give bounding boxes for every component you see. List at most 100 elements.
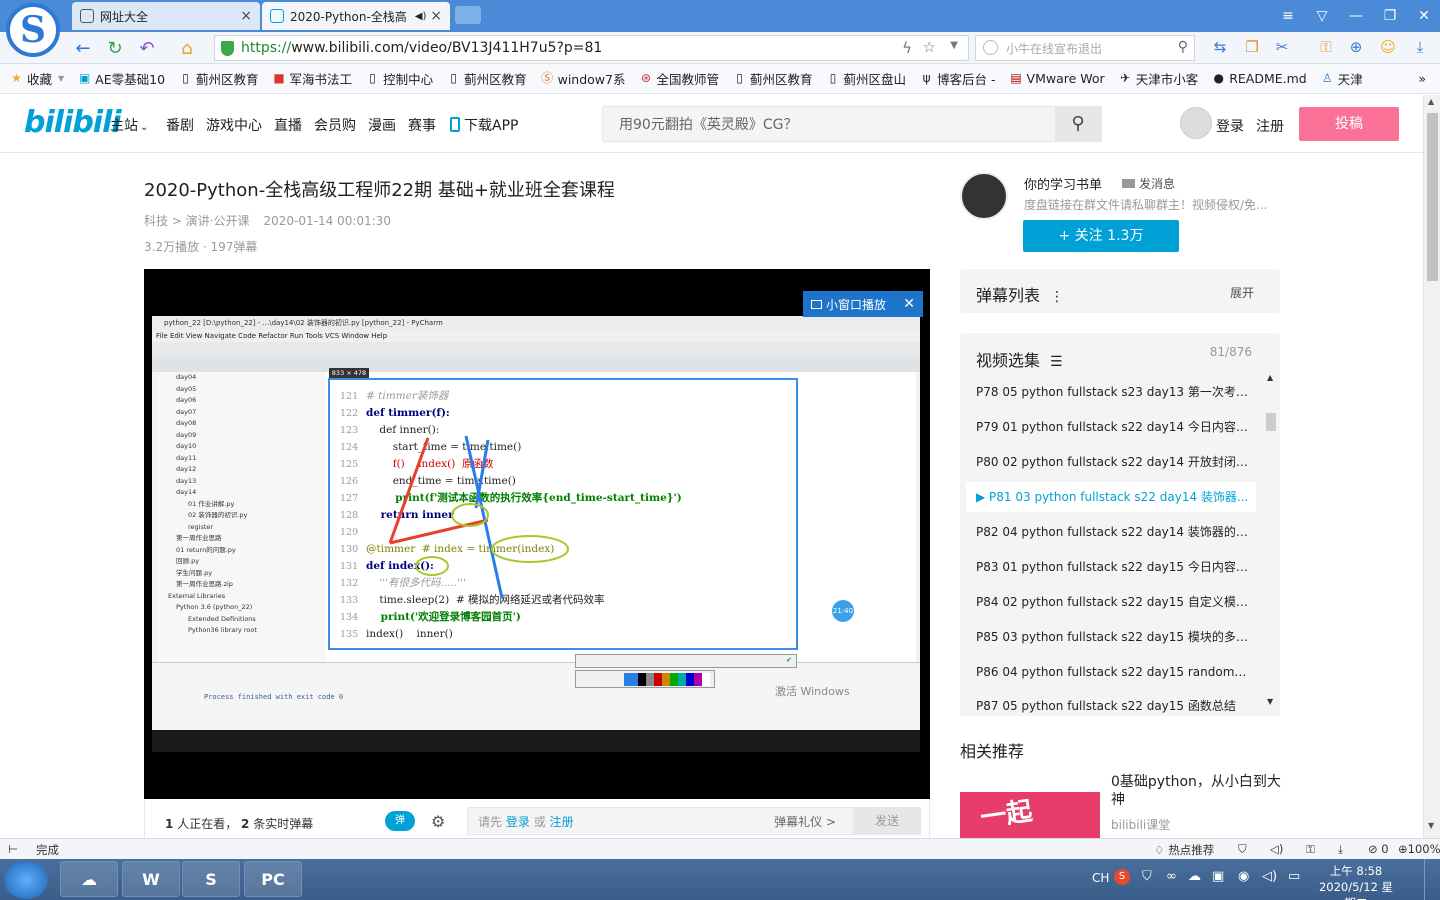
close-icon[interactable]: × bbox=[430, 8, 442, 24]
bookmark-item[interactable]: ▯ 蓟州区教育 bbox=[179, 69, 258, 88]
danmaku-list-panel[interactable]: 弹幕列表 ⋮ 展开 bbox=[960, 269, 1280, 313]
bookmark-item[interactable]: ✈ 天津市小客 bbox=[1119, 69, 1198, 88]
hot-recommend[interactable]: ♢ 热点推荐 bbox=[1154, 842, 1214, 858]
list-item[interactable]: P80 02 python fullstack s22 day14 开放封闭原.… bbox=[976, 447, 1248, 477]
wechat-icon[interactable]: ☁ bbox=[1188, 869, 1201, 884]
scroll-thumb[interactable] bbox=[1266, 413, 1276, 431]
nav-shop[interactable]: 会员购 bbox=[314, 115, 356, 135]
bookmark-item[interactable]: ■ 军海书法工 bbox=[273, 69, 352, 88]
zoom-icon[interactable]: ⊕ bbox=[1346, 37, 1366, 57]
close-icon[interactable]: × bbox=[240, 8, 252, 24]
tab-bilibili[interactable]: 2020-Python-全栈高 ◀) × bbox=[262, 2, 450, 30]
list-icon[interactable]: ☰ bbox=[1050, 354, 1063, 370]
uploader-name[interactable]: 你的学习书单 bbox=[1024, 174, 1102, 193]
clipboard-icon[interactable]: ❐ bbox=[1242, 37, 1262, 57]
nav-game-center[interactable]: 游戏中心 bbox=[206, 115, 262, 135]
related-thumbnail[interactable]: 一起 bbox=[960, 772, 1100, 838]
danmaku-toggle[interactable]: 弹 bbox=[385, 811, 415, 831]
list-item[interactable]: P84 02 python fullstack s22 day15 自定义模块.… bbox=[976, 587, 1248, 617]
danmaku-input[interactable]: 请先 登录 或 注册 弹幕礼仪 > bbox=[467, 807, 919, 835]
bookmark-item[interactable]: ▯ 蓟州区教育 bbox=[447, 69, 526, 88]
sound-icon[interactable]: ◁) bbox=[1270, 842, 1283, 856]
scroll-up-icon[interactable]: ▲ bbox=[1267, 373, 1273, 382]
nav-manga[interactable]: 漫画 bbox=[368, 115, 396, 135]
list-item[interactable]: P86 04 python fullstack s22 day15 random… bbox=[976, 657, 1248, 687]
search-icon[interactable]: ⚲ bbox=[1178, 39, 1188, 55]
bookmark-favorites[interactable]: ★ 收藏 ▼ bbox=[10, 69, 64, 88]
bookmark-item[interactable]: Ⓢwindow7系 bbox=[541, 69, 625, 88]
url-field[interactable]: https://www.bilibili.com/video/BV13J411H… bbox=[214, 35, 969, 61]
scroll-down-icon[interactable]: ▼ bbox=[1428, 821, 1434, 830]
sidebar-toggle-icon[interactable]: ⊢ bbox=[8, 842, 18, 856]
danmaku-settings-icon[interactable]: ⚙ bbox=[431, 812, 445, 831]
bookmark-item[interactable]: ● README.md bbox=[1212, 71, 1306, 86]
uploader-avatar[interactable] bbox=[960, 172, 1008, 220]
restore-icon[interactable]: ❐ bbox=[1380, 6, 1400, 26]
bookmark-item[interactable]: ♙ 天津 bbox=[1321, 69, 1363, 88]
close-window-icon[interactable]: ✕ bbox=[1414, 6, 1434, 26]
notify-icon[interactable]: ◉ bbox=[1238, 869, 1249, 884]
category-breadcrumb[interactable]: 科技 > 演讲·公开课 bbox=[144, 214, 250, 228]
avatar[interactable] bbox=[1180, 107, 1212, 139]
sogou-ime-icon[interactable]: S bbox=[1114, 869, 1130, 885]
back-icon[interactable]: ← bbox=[72, 38, 94, 60]
bookmark-item[interactable]: ψ 博客后台 - bbox=[920, 69, 996, 88]
lightning-icon[interactable]: ϟ bbox=[902, 39, 912, 57]
bookmark-item[interactable]: ▯ 控制中心 bbox=[366, 69, 433, 88]
bookmark-item[interactable]: ▯ 蓟州区盘山 bbox=[827, 69, 906, 88]
login-link[interactable]: 登录 bbox=[1216, 116, 1244, 136]
nav-main[interactable]: 主站 ⌄ bbox=[110, 115, 148, 135]
expand-link[interactable]: 展开 bbox=[1230, 284, 1254, 301]
zoom-level[interactable]: ⊕100% bbox=[1398, 842, 1440, 856]
bookmark-item[interactable]: ▤ VMware Wor bbox=[1010, 71, 1104, 86]
bilibili-search-input[interactable]: 用90元翻拍《英灵殿》CG？ ⚲ bbox=[602, 106, 1102, 142]
link-icon[interactable]: ∞ bbox=[1166, 869, 1177, 884]
list-item[interactable]: P87 05 python fullstack s22 day15 函数总结 bbox=[976, 691, 1248, 716]
taskbar-clock[interactable]: 上午 8:58 2020/5/12 星期二 bbox=[1316, 863, 1396, 900]
display-icon[interactable]: ▣ bbox=[1212, 869, 1224, 884]
shield-icon[interactable]: ⛉ bbox=[1238, 842, 1247, 857]
shirt-skin-icon[interactable]: ▽ bbox=[1312, 6, 1332, 26]
block-counter[interactable]: ⊘ 0 bbox=[1368, 842, 1389, 856]
bookmark-item[interactable]: ▯ 蓟州区教育 bbox=[733, 69, 812, 88]
home-icon[interactable]: ⌂ bbox=[176, 38, 198, 60]
danmaku-register-link[interactable]: 注册 bbox=[550, 813, 574, 830]
list-item[interactable]: P85 03 python fullstack s22 day15 模块的多种.… bbox=[976, 622, 1248, 652]
security-icon[interactable]: ⛉ bbox=[1142, 869, 1152, 884]
system-tray[interactable]: CH bbox=[1092, 871, 1109, 885]
playlist-scrollbar[interactable]: ▲ ▼ bbox=[1264, 373, 1278, 711]
nav-live[interactable]: 直播 bbox=[274, 115, 302, 135]
related-video-name[interactable]: 0基础python，从小白到大神 bbox=[1111, 773, 1281, 809]
nav-match[interactable]: 赛事 bbox=[408, 115, 436, 135]
scroll-up-icon[interactable]: ▲ bbox=[1428, 97, 1434, 106]
refresh-icon[interactable]: ↻ bbox=[104, 38, 126, 60]
search-icon[interactable]: ⚲ bbox=[1055, 107, 1101, 141]
volume-icon[interactable]: ◁) bbox=[1262, 869, 1277, 884]
upload-button[interactable]: 投稿 bbox=[1299, 107, 1399, 141]
undo-icon[interactable]: ↶ bbox=[136, 38, 158, 60]
key-icon[interactable]: ⚿ bbox=[1316, 37, 1336, 57]
bookmark-item[interactable]: ⊛ 全国教师管 bbox=[639, 69, 719, 88]
speaker-icon[interactable]: ◀) bbox=[415, 11, 427, 22]
more-bookmarks-icon[interactable]: » bbox=[1418, 71, 1426, 86]
star-icon[interactable]: ☆ bbox=[923, 38, 936, 56]
download-icon[interactable]: ⤓ bbox=[1410, 37, 1430, 57]
list-item[interactable]: P82 04 python fullstack s22 day14 装饰器的应用 bbox=[976, 517, 1248, 547]
lock-icon[interactable]: ⚿ bbox=[1306, 842, 1315, 857]
danmaku-send-button[interactable]: 发送 bbox=[853, 807, 921, 835]
send-message-link[interactable]: 发消息 bbox=[1122, 175, 1175, 192]
nav-bangumi[interactable]: 番剧 bbox=[166, 115, 194, 135]
related-video-author[interactable]: bilibili课堂 bbox=[1111, 816, 1170, 833]
start-button[interactable] bbox=[4, 861, 48, 899]
chevron-down-icon[interactable]: ▼ bbox=[950, 40, 958, 51]
list-item[interactable]: P83 01 python fullstack s22 day15 今日内容大.… bbox=[976, 552, 1248, 582]
list-item-active[interactable]: ▶ P81 03 python fullstack s22 day14 装饰器.… bbox=[966, 482, 1256, 512]
more-icon[interactable]: ⋮ bbox=[1050, 289, 1064, 305]
translate-icon[interactable]: ⇆ bbox=[1210, 37, 1230, 57]
show-desktop-button[interactable] bbox=[1424, 859, 1440, 900]
taskbar-word[interactable]: W bbox=[122, 861, 180, 897]
page-scrollbar[interactable]: ▲ ▼ bbox=[1423, 95, 1440, 838]
nav-download-app[interactable]: 下载APP bbox=[450, 115, 518, 135]
taskbar-baidu-netdisk[interactable]: ☁ bbox=[60, 861, 118, 897]
scissors-icon[interactable]: ✂ bbox=[1272, 37, 1292, 57]
